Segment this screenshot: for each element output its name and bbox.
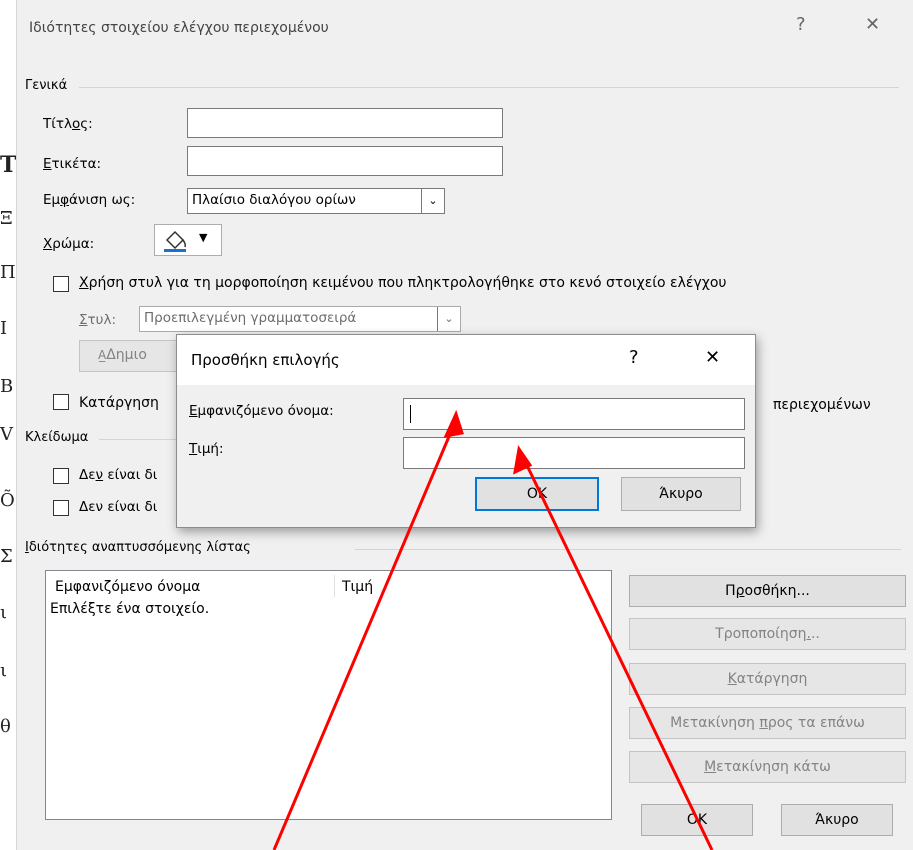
tag-label: Ετικέτα: bbox=[43, 156, 102, 172]
add-choice-ok-button[interactable]: OK bbox=[475, 477, 599, 511]
background-document-glyph: Β bbox=[0, 376, 14, 397]
background-document-glyph: Õ bbox=[0, 490, 15, 511]
value-input[interactable] bbox=[403, 437, 745, 469]
column-header-value[interactable]: Τιμή bbox=[342, 579, 373, 595]
background-document-glyph: ι bbox=[0, 602, 8, 623]
locking-group-title: Κλείδωμα bbox=[25, 430, 89, 445]
color-picker-button[interactable]: ▼ bbox=[154, 224, 222, 256]
locking-group-divider bbox=[99, 439, 179, 440]
background-document-glyph: T bbox=[0, 152, 17, 178]
ok-button[interactable]: OK bbox=[641, 804, 753, 836]
tag-input[interactable] bbox=[187, 146, 503, 176]
remove-control-label: Κατάργηση bbox=[79, 395, 159, 411]
chevron-down-icon: ⌄ bbox=[437, 307, 460, 331]
display-name-input[interactable] bbox=[403, 398, 745, 430]
move-up-button[interactable]: Μετακίνηση προς τα επάνω bbox=[629, 707, 906, 739]
dropdown-arrow-icon: ▼ bbox=[199, 231, 208, 244]
not-deletable-label: Δεν είναι δι bbox=[79, 467, 158, 483]
background-document-glyph: Ξ bbox=[0, 208, 13, 229]
list-placeholder-text: Επιλέξτε ένα στοιχείο. bbox=[50, 601, 210, 617]
cancel-button[interactable]: Άκυρο bbox=[781, 804, 893, 836]
value-label: Τιμή: bbox=[189, 441, 224, 457]
column-header-display-name[interactable]: Εμφανιζόμενο όνομα bbox=[55, 579, 200, 595]
dropdown-group-title: Ιδιότητες αναπτυσσόμενης λίστας bbox=[25, 540, 251, 555]
use-style-label: Χρήση στυλ για τη μορφοποίηση κειμένου π… bbox=[79, 275, 727, 291]
close-button[interactable]: ✕ bbox=[865, 14, 880, 35]
not-editable-label: Δεν είναι δι bbox=[79, 499, 158, 515]
move-down-button[interactable]: Μετακίνηση κάτω bbox=[629, 751, 906, 783]
display-name-label: Εμφανιζόμενο όνομα: bbox=[189, 403, 334, 419]
column-divider[interactable] bbox=[334, 575, 335, 597]
color-label: Χρώμα: bbox=[43, 236, 95, 252]
chevron-down-icon: ⌄ bbox=[421, 189, 444, 213]
background-document-glyph: Σ bbox=[0, 546, 13, 567]
background-document-glyph: Ι bbox=[0, 318, 8, 339]
not-deletable-checkbox[interactable] bbox=[53, 468, 69, 484]
general-group-divider bbox=[79, 87, 899, 88]
use-style-checkbox[interactable] bbox=[53, 276, 69, 292]
help-button[interactable]: ? bbox=[796, 14, 806, 35]
dropdown-items-list[interactable]: Εμφανιζόμενο όνομα Τιμή Επιλέξτε ένα στο… bbox=[45, 570, 612, 820]
show-as-label: Εμφάνιση ως: bbox=[43, 192, 136, 208]
add-choice-title: Προσθήκη επιλογής bbox=[191, 351, 340, 369]
style-label: Στυλ: bbox=[79, 312, 117, 328]
background-document-glyph: ι bbox=[0, 660, 8, 681]
add-button[interactable]: Προσθήκη... bbox=[629, 575, 906, 607]
add-choice-dialog: Προσθήκη επιλογής ? ✕ Εμφανιζόμενο όνομα… bbox=[176, 334, 756, 528]
dialog-title: Ιδιότητες στοιχείου ελέγχου περιεχομένου bbox=[29, 20, 329, 36]
general-group-title: Γενικά bbox=[25, 78, 68, 93]
add-choice-cancel-button[interactable]: Άκυρο bbox=[621, 477, 741, 511]
background-document-glyph: θ bbox=[0, 716, 11, 737]
title-label: Τίτλος: bbox=[43, 116, 93, 132]
remove-button[interactable]: Κατάργηση bbox=[629, 663, 906, 695]
background-document-glyph: Π bbox=[0, 262, 16, 283]
dropdown-group-divider bbox=[355, 549, 901, 550]
add-choice-help-button[interactable]: ? bbox=[629, 347, 639, 368]
add-choice-close-button[interactable]: ✕ bbox=[705, 347, 720, 368]
new-style-icon: A̲ bbox=[98, 348, 107, 362]
add-choice-titlebar: Προσθήκη επιλογής ? ✕ bbox=[177, 335, 755, 385]
remove-control-label-tail: περιεχομένων bbox=[773, 397, 871, 413]
paint-bucket-icon bbox=[164, 230, 186, 252]
not-editable-checkbox[interactable] bbox=[53, 500, 69, 516]
style-select[interactable]: Προεπιλεγμένη γραμματοσειρά ⌄ bbox=[139, 306, 461, 332]
text-cursor bbox=[410, 405, 411, 423]
modify-button[interactable]: Τροποποίηση... bbox=[629, 618, 906, 650]
background-document-glyph: V bbox=[0, 424, 13, 445]
show-as-select[interactable]: Πλαίσιο διαλόγου ορίων ⌄ bbox=[187, 188, 445, 214]
remove-control-checkbox[interactable] bbox=[53, 394, 69, 410]
title-input[interactable] bbox=[187, 108, 503, 138]
